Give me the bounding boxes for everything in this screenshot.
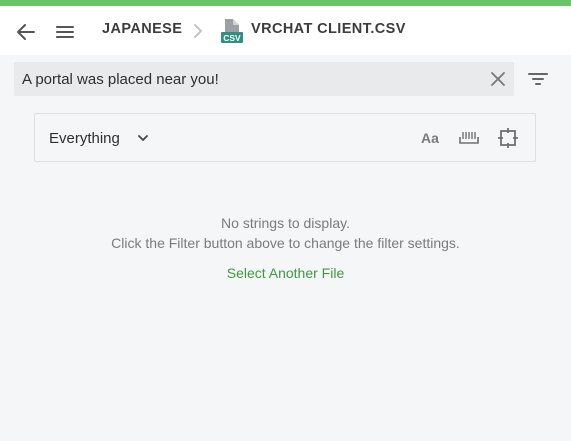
scope-dropdown[interactable]: Everything — [49, 128, 149, 148]
breadcrumb-language[interactable]: JAPANESE — [102, 21, 182, 37]
hamburger-menu-icon[interactable] — [53, 20, 77, 44]
scope-dropdown-label: Everything — [49, 129, 120, 147]
breadcrumb-file[interactable]: VRCHAT CLIENT.CSV — [251, 21, 406, 37]
search-box — [14, 62, 514, 96]
whitespace-toggle-icon[interactable] — [458, 127, 480, 149]
match-case-button[interactable]: Aa — [419, 127, 441, 149]
empty-hint: Click the Filter button above to change … — [111, 235, 460, 251]
clear-search-icon[interactable] — [488, 69, 508, 89]
back-arrow-icon[interactable] — [14, 20, 38, 44]
select-another-file-link[interactable]: Select Another File — [227, 265, 345, 281]
search-input[interactable] — [14, 62, 474, 96]
select-another-file-container: Select Another File — [0, 265, 571, 281]
csv-file-icon: CSV — [221, 19, 243, 43]
chevron-down-icon — [137, 135, 148, 141]
filter-panel: Everything Aa — [34, 113, 536, 162]
empty-message: No strings to display. — [221, 215, 350, 231]
chevron-right-icon — [191, 20, 205, 42]
header-bar: JAPANESE CSV VRCHAT CLIENT.CSV — [0, 6, 571, 55]
file-type-badge: CSV — [223, 33, 241, 43]
selection-region-icon[interactable] — [497, 127, 519, 149]
filter-icon[interactable] — [527, 68, 549, 90]
